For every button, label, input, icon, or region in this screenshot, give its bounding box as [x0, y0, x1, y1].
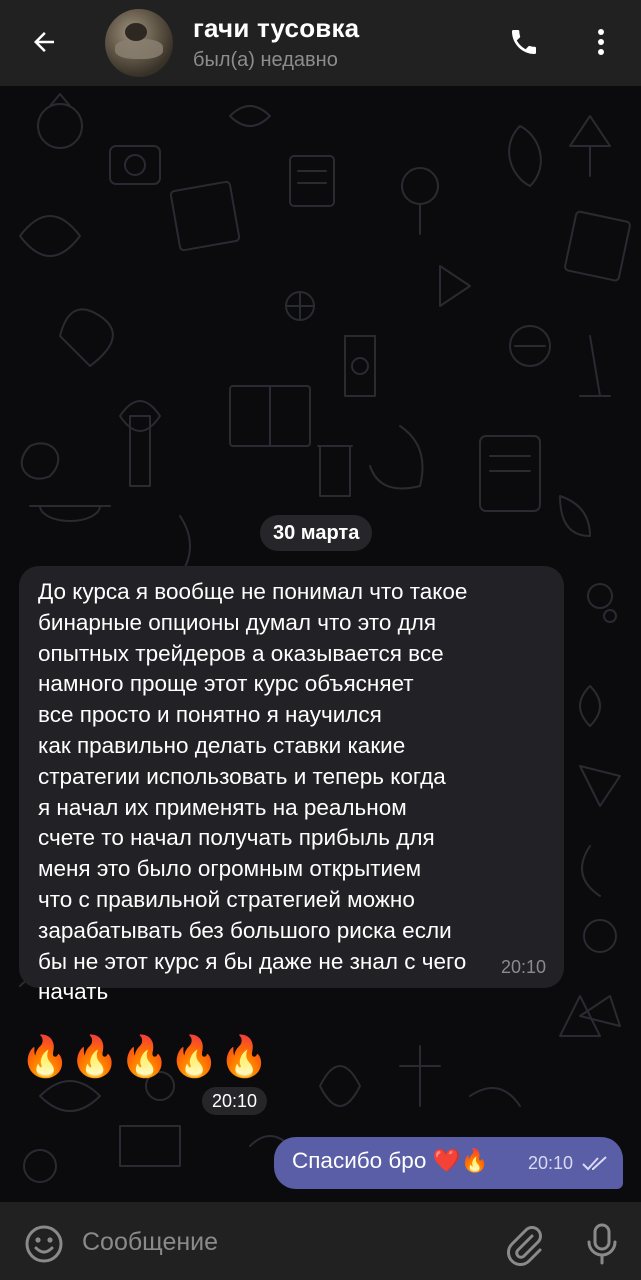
more-menu-button[interactable]	[578, 18, 624, 66]
date-separator: 30 марта	[260, 515, 373, 551]
paperclip-icon[interactable]	[502, 1222, 544, 1266]
message-input-bar	[0, 1202, 641, 1280]
back-button[interactable]	[18, 18, 70, 66]
message-time: 20:10	[528, 1153, 574, 1173]
more-vertical-icon	[598, 29, 604, 55]
chat-area[interactable]: 30 марта До курса я вообще не понимал чт…	[0, 86, 641, 1202]
double-check-icon	[582, 1156, 607, 1171]
chat-header: гачи тусовка был(а) недавно	[0, 0, 641, 86]
chat-status: был(а) недавно	[193, 49, 338, 71]
message-text: Спасибо бро ❤️🔥	[292, 1148, 489, 1173]
emoji-message[interactable]: 🔥🔥🔥🔥🔥	[20, 1031, 269, 1083]
emoji-message-time: 20:10	[202, 1087, 268, 1115]
chat-avatar[interactable]	[105, 9, 173, 77]
microphone-icon[interactable]	[582, 1222, 622, 1266]
message-input[interactable]	[82, 1220, 482, 1264]
chat-title[interactable]: гачи тусовка	[193, 13, 359, 44]
incoming-message[interactable]: До курса я вообще не понимал что такое б…	[19, 566, 564, 1004]
smiley-icon[interactable]	[24, 1224, 64, 1264]
call-button[interactable]	[500, 18, 548, 66]
outgoing-message[interactable]: Спасибо бро ❤️🔥 20:10	[274, 1137, 623, 1189]
message-text: До курса я вообще не понимал что такое б…	[38, 579, 468, 1005]
arrow-left-icon	[34, 32, 54, 52]
message-time: 20:10	[500, 957, 546, 977]
phone-icon	[512, 30, 536, 54]
